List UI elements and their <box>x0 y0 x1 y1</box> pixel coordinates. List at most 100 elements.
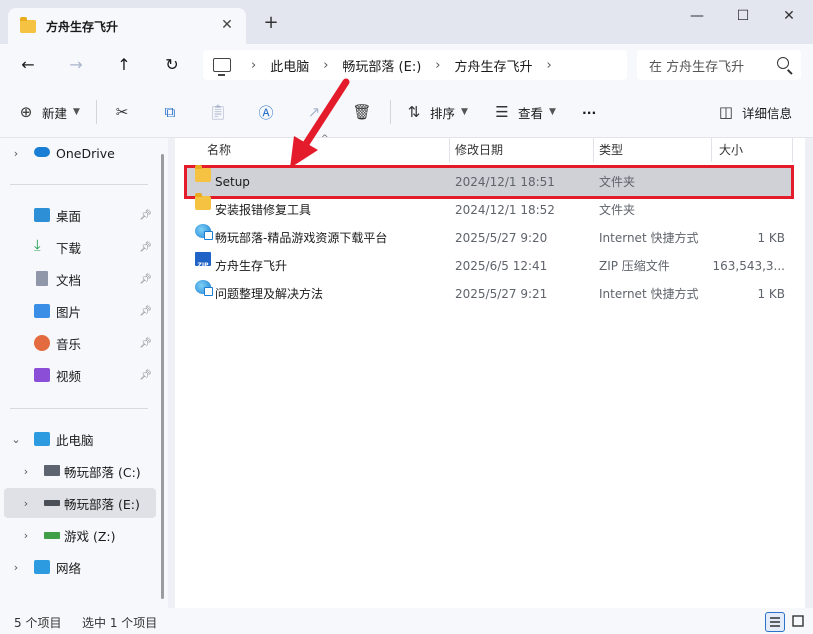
navigation-pane: › OneDrive 桌面 📌︎ ⤓ 下载 📌︎ 文档 📌︎ 图片 📌︎ 音乐 … <box>0 138 168 608</box>
table-row-setup[interactable]: Setup 2024/12/1 18:51 文件夹 <box>184 165 794 199</box>
pin-icon[interactable]: 📌︎ <box>139 274 152 285</box>
sidebar-item-pictures[interactable]: 图片 📌︎ <box>4 296 156 326</box>
videos-icon <box>34 368 50 382</box>
breadcrumb-separator[interactable]: › <box>547 58 552 73</box>
item-count: 5 个项目 <box>14 616 62 630</box>
refresh-button[interactable]: ↻ <box>158 52 186 78</box>
table-row[interactable]: 问题整理及解决方法 2025/5/27 9:21 Internet 快捷方式 1… <box>187 280 791 308</box>
drive-icon <box>44 500 60 506</box>
scissors-icon: ✂ <box>115 103 129 121</box>
music-icon <box>34 335 50 351</box>
sidebar-item-network[interactable]: › 网络 <box>4 552 156 582</box>
plus-circle-icon: ⊕ <box>19 103 33 121</box>
file-date: 2025/5/27 9:20 <box>455 231 548 245</box>
chevron-right-icon[interactable]: › <box>10 147 22 160</box>
pin-icon[interactable]: 📌︎ <box>139 242 152 253</box>
chevron-right-icon[interactable]: › <box>10 561 22 574</box>
file-size: 1 KB <box>757 287 785 301</box>
folder-icon <box>195 165 211 182</box>
tiles-view-button[interactable] <box>789 612 809 632</box>
status-bar: 5 个项目 选中 1 个项目 <box>0 608 813 634</box>
pin-icon[interactable]: 📌︎ <box>139 210 152 221</box>
details-pane-button[interactable]: ◫ 详细信息 <box>716 101 792 123</box>
folder-icon <box>195 193 211 210</box>
file-type: 文件夹 <box>599 175 636 189</box>
sidebar-item-videos[interactable]: 视频 📌︎ <box>4 360 156 390</box>
internet-shortcut-icon <box>195 224 213 240</box>
column-header-size[interactable]: 大小 <box>719 138 743 162</box>
view-button[interactable]: ☰ 查看 ▼ <box>492 101 556 123</box>
more-options-button[interactable]: ··· <box>582 101 596 123</box>
sidebar-label: 畅玩部落 (E:) <box>64 496 140 512</box>
pin-icon[interactable]: 📌︎ <box>139 370 152 381</box>
cut-button[interactable]: ✂ <box>112 101 138 123</box>
navigation-bar: ← → ↑ ↻ › 此电脑 › 畅玩部落 (E:) › 方舟生存飞升 › 在 方… <box>0 44 813 86</box>
breadcrumb-this-pc[interactable]: 此电脑 <box>270 56 309 75</box>
sidebar-label: 网络 <box>56 560 82 576</box>
file-size: 1 KB <box>757 231 785 245</box>
table-row[interactable]: 畅玩部落-精品游戏资源下载平台 2025/5/27 9:20 Internet … <box>187 224 791 252</box>
window-close-button[interactable]: ✕ <box>766 2 812 32</box>
sidebar-item-drive-z[interactable]: › 游戏 (Z:) <box>4 520 156 550</box>
sidebar-label: 畅玩部落 (C:) <box>64 464 141 480</box>
toolbar-divider <box>96 100 97 124</box>
column-divider[interactable] <box>593 138 594 162</box>
back-button[interactable]: ← <box>14 52 42 78</box>
rename-button[interactable]: Ⓐ <box>256 101 282 123</box>
table-row[interactable]: ZIP 方舟生存飞升 2025/6/5 12:41 ZIP 压缩文件 163,5… <box>187 252 791 280</box>
chevron-down-icon: ▼ <box>549 107 556 117</box>
sidebar-item-drive-c[interactable]: › 畅玩部落 (C:) <box>4 456 156 486</box>
column-header-type[interactable]: 类型 <box>599 138 623 162</box>
copy-button[interactable]: ⧉ <box>160 101 186 123</box>
tab-close-icon[interactable]: ✕ <box>218 16 236 34</box>
sidebar-item-onedrive[interactable]: › OneDrive <box>4 138 156 168</box>
column-header-date[interactable]: 修改日期 <box>455 138 503 162</box>
sort-button-label: 排序 <box>430 105 456 121</box>
chevron-down-icon[interactable]: ⌄ <box>10 433 22 446</box>
up-button[interactable]: ↑ <box>110 52 138 78</box>
new-tab-button[interactable]: + <box>260 12 282 34</box>
sidebar-label: 此电脑 <box>56 432 94 448</box>
download-icon: ⤓ <box>34 236 41 254</box>
annotation-arrow-icon <box>290 78 350 168</box>
pin-icon[interactable]: 📌︎ <box>139 338 152 349</box>
column-divider[interactable] <box>449 138 450 162</box>
breadcrumb-separator[interactable]: › <box>435 58 440 73</box>
breadcrumb-drive-e[interactable]: 畅玩部落 (E:) <box>342 56 421 75</box>
forward-button[interactable]: → <box>62 52 90 78</box>
breadcrumb-separator[interactable]: › <box>323 58 328 73</box>
tab-current-folder[interactable]: 方舟生存飞升 ✕ <box>8 8 246 44</box>
new-button[interactable]: ⊕ 新建 ▼ <box>16 101 80 123</box>
details-view-button[interactable] <box>765 612 785 632</box>
breadcrumb-current-folder[interactable]: 方舟生存飞升 <box>455 56 533 75</box>
minimize-button[interactable]: — <box>674 2 720 32</box>
sidebar-item-this-pc[interactable]: ⌄ 此电脑 <box>4 424 156 454</box>
search-icon <box>777 57 789 69</box>
sidebar-item-drive-e[interactable]: › 畅玩部落 (E:) <box>4 488 156 518</box>
column-header-name[interactable]: 名称 <box>207 138 231 162</box>
sidebar-item-music[interactable]: 音乐 📌︎ <box>4 328 156 358</box>
sidebar-item-downloads[interactable]: ⤓ 下载 📌︎ <box>4 232 156 262</box>
view-lines-icon: ☰ <box>495 103 509 121</box>
paste-button[interactable]: 📋︎ <box>208 101 234 123</box>
chevron-right-icon[interactable]: › <box>20 497 32 510</box>
chevron-right-icon[interactable]: › <box>20 465 32 478</box>
pictures-icon <box>34 304 50 318</box>
sidebar-item-documents[interactable]: 文档 📌︎ <box>4 264 156 294</box>
folder-icon <box>20 16 36 33</box>
title-bar: 方舟生存飞升 ✕ + — ☐ ✕ <box>0 0 813 44</box>
sidebar-item-desktop[interactable]: 桌面 📌︎ <box>4 200 156 230</box>
sidebar-scrollbar[interactable] <box>161 154 164 599</box>
maximize-button[interactable]: ☐ <box>720 2 766 32</box>
pin-icon[interactable]: 📌︎ <box>139 306 152 317</box>
address-bar[interactable]: › 此电脑 › 畅玩部落 (E:) › 方舟生存飞升 › <box>203 50 627 80</box>
chevron-right-icon[interactable]: › <box>20 529 32 542</box>
copy-icon: ⧉ <box>164 103 176 121</box>
column-divider[interactable] <box>711 138 712 162</box>
table-row[interactable]: 安装报错修复工具 2024/12/1 18:52 文件夹 <box>187 193 791 224</box>
tab-title: 方舟生存飞升 <box>46 19 119 34</box>
column-divider[interactable] <box>792 138 793 162</box>
search-input[interactable]: 在 方舟生存飞升 <box>637 50 801 80</box>
sort-button[interactable]: ⇅ 排序 ▼ <box>404 101 468 123</box>
breadcrumb-separator[interactable]: › <box>251 58 256 73</box>
